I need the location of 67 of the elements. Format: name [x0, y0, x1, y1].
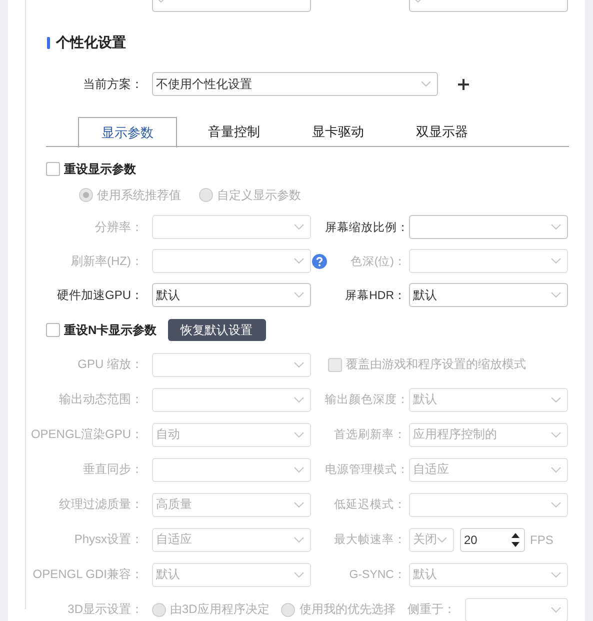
chevron-icon — [294, 572, 304, 578]
field-label: 硬件加速GPU： — [56, 286, 144, 304]
unit-label: FPS — [530, 532, 554, 546]
field-label: OPENGL GDI兼容： — [32, 566, 144, 583]
field-label: 3D显示设置： — [66, 601, 144, 618]
field-label: 低延迟模式： — [333, 498, 407, 512]
field-label: 电源管理模式： — [325, 462, 409, 477]
checkbox-label: 覆盖由游戏和程序设置的缩放模式 — [346, 356, 526, 373]
chevron-icon — [294, 536, 304, 542]
tab[interactable]: 双显示器 — [390, 117, 494, 146]
dropdown[interactable]: 默认 — [152, 283, 311, 307]
field-label: G-SYNC： — [348, 568, 407, 582]
chevron-icon — [551, 606, 561, 612]
field-label: 输出动态范围： — [58, 391, 144, 408]
restore-defaults-button[interactable]: 恢复默认设置 — [168, 319, 266, 341]
chevron-icon — [551, 502, 561, 508]
help-icon[interactable] — [312, 254, 327, 268]
chevron-icon — [294, 502, 304, 508]
dropdown[interactable]: 默认 — [409, 283, 568, 307]
plus-icon[interactable] — [458, 78, 469, 90]
field-label: OPENGL渲染GPU： — [30, 426, 144, 443]
chevron-icon — [294, 466, 304, 472]
radio-label: 自定义显示参数 — [217, 186, 301, 204]
chevron-icon — [551, 466, 561, 472]
up-down-arrows-icon — [511, 532, 520, 548]
field-label: 侧重于： — [407, 601, 456, 618]
chevron-icon — [551, 432, 561, 438]
field-label: GPU 缩放： — [76, 356, 144, 373]
chevron-icon — [551, 224, 561, 230]
radio-label: 使用我的优先选择 — [299, 601, 396, 618]
field-label: 垂直同步： — [82, 461, 144, 478]
chevron-icon — [551, 572, 561, 578]
field-label: 输出颜色深度： — [325, 392, 409, 407]
chevron-icon — [294, 362, 304, 368]
tab[interactable]: 音量控制 — [182, 117, 286, 146]
radio-label: 由3D应用程序决定 — [170, 601, 270, 618]
field-label: 纹理过滤质量： — [58, 496, 144, 513]
tab[interactable]: 显示参数 — [78, 117, 177, 148]
field-label: 屏幕缩放比例： — [325, 220, 409, 234]
section-title: 个性化设置 — [56, 34, 126, 52]
chevron-icon — [551, 292, 561, 298]
chevron-icon — [294, 432, 304, 438]
dropdown[interactable] — [409, 215, 568, 239]
field-label: 最大帧速率： — [333, 532, 407, 547]
checkbox[interactable] — [46, 162, 60, 176]
chevron-icon — [551, 258, 561, 264]
field-label: 屏幕HDR： — [344, 288, 407, 302]
field-label: 首选刷新率： — [333, 427, 407, 442]
radio-label: 使用系统推荐值 — [97, 186, 181, 204]
chevron-icon — [294, 396, 304, 402]
checkbox-label: 重设显示参数 — [64, 160, 136, 178]
chevron-icon — [294, 258, 304, 264]
field-label: 色深(位)： — [349, 254, 407, 268]
chevron-icon — [437, 536, 447, 542]
field-label: 刷新率(HZ)： — [70, 252, 144, 270]
section-marker — [47, 37, 50, 49]
checkbox[interactable] — [46, 323, 60, 337]
chevron-icon — [294, 224, 304, 230]
tab[interactable]: 显卡驱动 — [286, 117, 390, 146]
chevron-icon — [421, 81, 431, 87]
chevron-icon — [551, 396, 561, 402]
field-label: 当前方案： — [82, 76, 144, 92]
dropdown[interactable]: 不使用个性化设置 — [152, 72, 438, 96]
checkbox-label: 重设N卡显示参数 — [64, 322, 157, 338]
field-label: Physx设置： — [73, 531, 144, 548]
field-label: 分辨率： — [94, 218, 144, 236]
chevron-icon — [294, 292, 304, 298]
